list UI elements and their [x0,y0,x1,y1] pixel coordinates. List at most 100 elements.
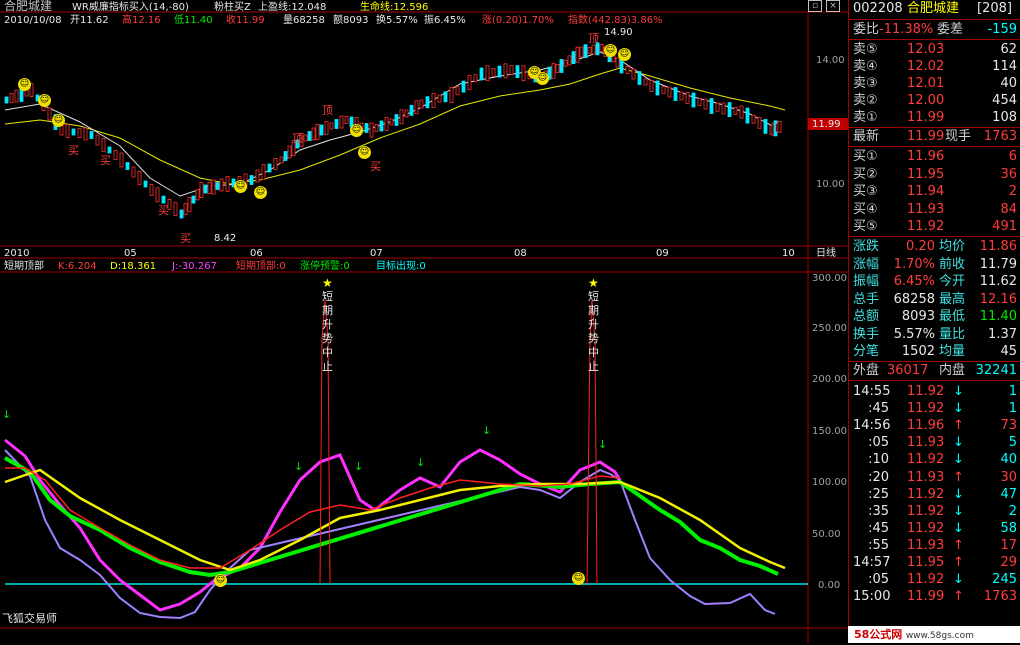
candle [461,80,466,93]
candle [509,65,514,75]
candle [575,46,580,63]
down-arrow-icon: ↓ [2,408,12,421]
bid-row[interactable]: 买⑤ 11.92 491 [849,218,1020,235]
latest-row: 最新 11.99 现手 1763 [849,128,1020,145]
rainbow-label: 粉柱买 [214,2,244,13]
candle [137,171,142,185]
date-label: 06 [250,248,263,259]
tick-row: :05 11.93 ↓ 5 [849,434,1020,451]
tick-volume: 5 [1008,435,1017,451]
ind-axis-label: 300.00 [812,273,847,284]
candle [637,71,642,85]
candle [119,152,124,168]
star-label: 短期升势中止 [588,290,599,373]
candle [751,114,756,124]
bid-row[interactable]: 买② 11.95 36 [849,166,1020,183]
now-label: 现手 [945,129,972,144]
chart-area[interactable]: 合肥城建 WR威廉指标买入(14,-80) 粉柱买 Z 上盈线:12.048 生… [0,0,848,643]
down-arrow-icon: ↓ [294,460,304,473]
stock-number: [208] [977,1,1012,16]
up-arrow-icon: ↑ [953,537,964,553]
ask-row[interactable]: 卖① 11.99 108 [849,109,1020,126]
restore-button[interactable]: ▫ [808,0,822,12]
period-label[interactable]: 日线 [816,247,836,260]
tick-time: 15:00 [853,589,891,605]
tick-row: 15:00 11.99 ↑ 1763 [849,588,1020,605]
candle [485,65,490,82]
candle [661,86,666,94]
candle [319,124,324,136]
smiley-icon: ☺ [536,72,549,85]
close-icon[interactable]: × [826,0,840,12]
price-axis-label: 14.00 [816,55,845,66]
bid-row[interactable]: 买① 11.96 6 [849,148,1020,165]
tick-volume: 2 [1008,503,1017,519]
smiley-icon: ☺ [214,574,227,587]
buy-mark: 买 [158,204,169,217]
date-label: 09 [656,248,669,259]
bid-row[interactable]: 买④ 11.93 84 [849,201,1020,218]
ind-axis-label: 150.00 [812,426,847,437]
down-arrow-icon: ↓ [953,520,964,536]
ask-row[interactable]: 卖④ 12.02 114 [849,58,1020,75]
price-tag: 11.99 [812,119,841,130]
tick-time: :05 [868,435,889,451]
stat-label: 分笔 [853,344,880,359]
ask-row[interactable]: 卖③ 12.01 40 [849,75,1020,92]
tick-volume: 47 [1000,486,1017,502]
ask-row[interactable]: 卖⑤ 12.03 62 [849,41,1020,58]
candle [47,107,52,121]
candle [279,156,284,164]
tick-time: 14:57 [853,555,891,570]
tick-time: :20 [868,469,889,485]
stat-value: 6.45% [893,274,935,289]
candle [161,195,166,204]
candle [311,127,316,141]
down-arrow-icon: ↓ [953,401,964,417]
stat-label: 涨跌 [853,239,880,254]
candle [679,91,684,101]
tick-volume: 30 [1000,469,1017,485]
ind-j: J:-30.267 [172,261,217,272]
bid-label: 买④ [853,201,878,217]
tick-time: :35 [868,503,889,519]
bid-row[interactable]: 买③ 11.94 2 [849,183,1020,200]
ind-d: D:18.361 [110,261,157,272]
candle [344,116,349,124]
up-arrow-icon: ↑ [953,555,964,570]
candle [467,75,472,90]
candle [303,134,308,142]
candle [89,131,94,139]
stock-code: 002208 [853,1,903,16]
candle [334,119,339,129]
tick-volume: 245 [992,572,1017,588]
candle [455,86,460,96]
down-arrow-icon: ↓ [953,486,964,502]
wei-cha-label: 委差 [937,22,964,37]
tick-price: 11.92 [907,452,945,468]
ask-row[interactable]: 卖② 12.00 454 [849,92,1020,109]
candle [579,46,584,58]
high-mark: 14.90 [604,27,633,38]
tick-time: :25 [868,486,889,502]
stat-label: 换手 [853,326,880,342]
bid-volume: 491 [992,219,1017,234]
candle [757,116,762,129]
candle [655,80,660,96]
down-arrow-icon: ↓ [953,452,964,468]
tick-row: :45 11.92 ↓ 58 [849,520,1020,537]
stat-row: 换手 5.57% 量比 1.37 [849,326,1020,343]
candle [497,65,502,78]
candle [703,98,708,110]
candle [95,134,100,146]
upper-line-label: 上盈线:12.048 [258,2,327,13]
stat-value: 8093 [901,309,935,324]
tick-time: 14:55 [853,384,891,399]
tick-row: 14:56 11.96 ↑ 73 [849,417,1020,434]
tick-row: :45 11.92 ↓ 1 [849,400,1020,417]
stat-value: 1.37 [988,326,1017,342]
bid-label: 买③ [853,184,878,199]
ask-volume: 62 [1000,42,1017,57]
candle [425,96,430,109]
candle [211,179,216,195]
